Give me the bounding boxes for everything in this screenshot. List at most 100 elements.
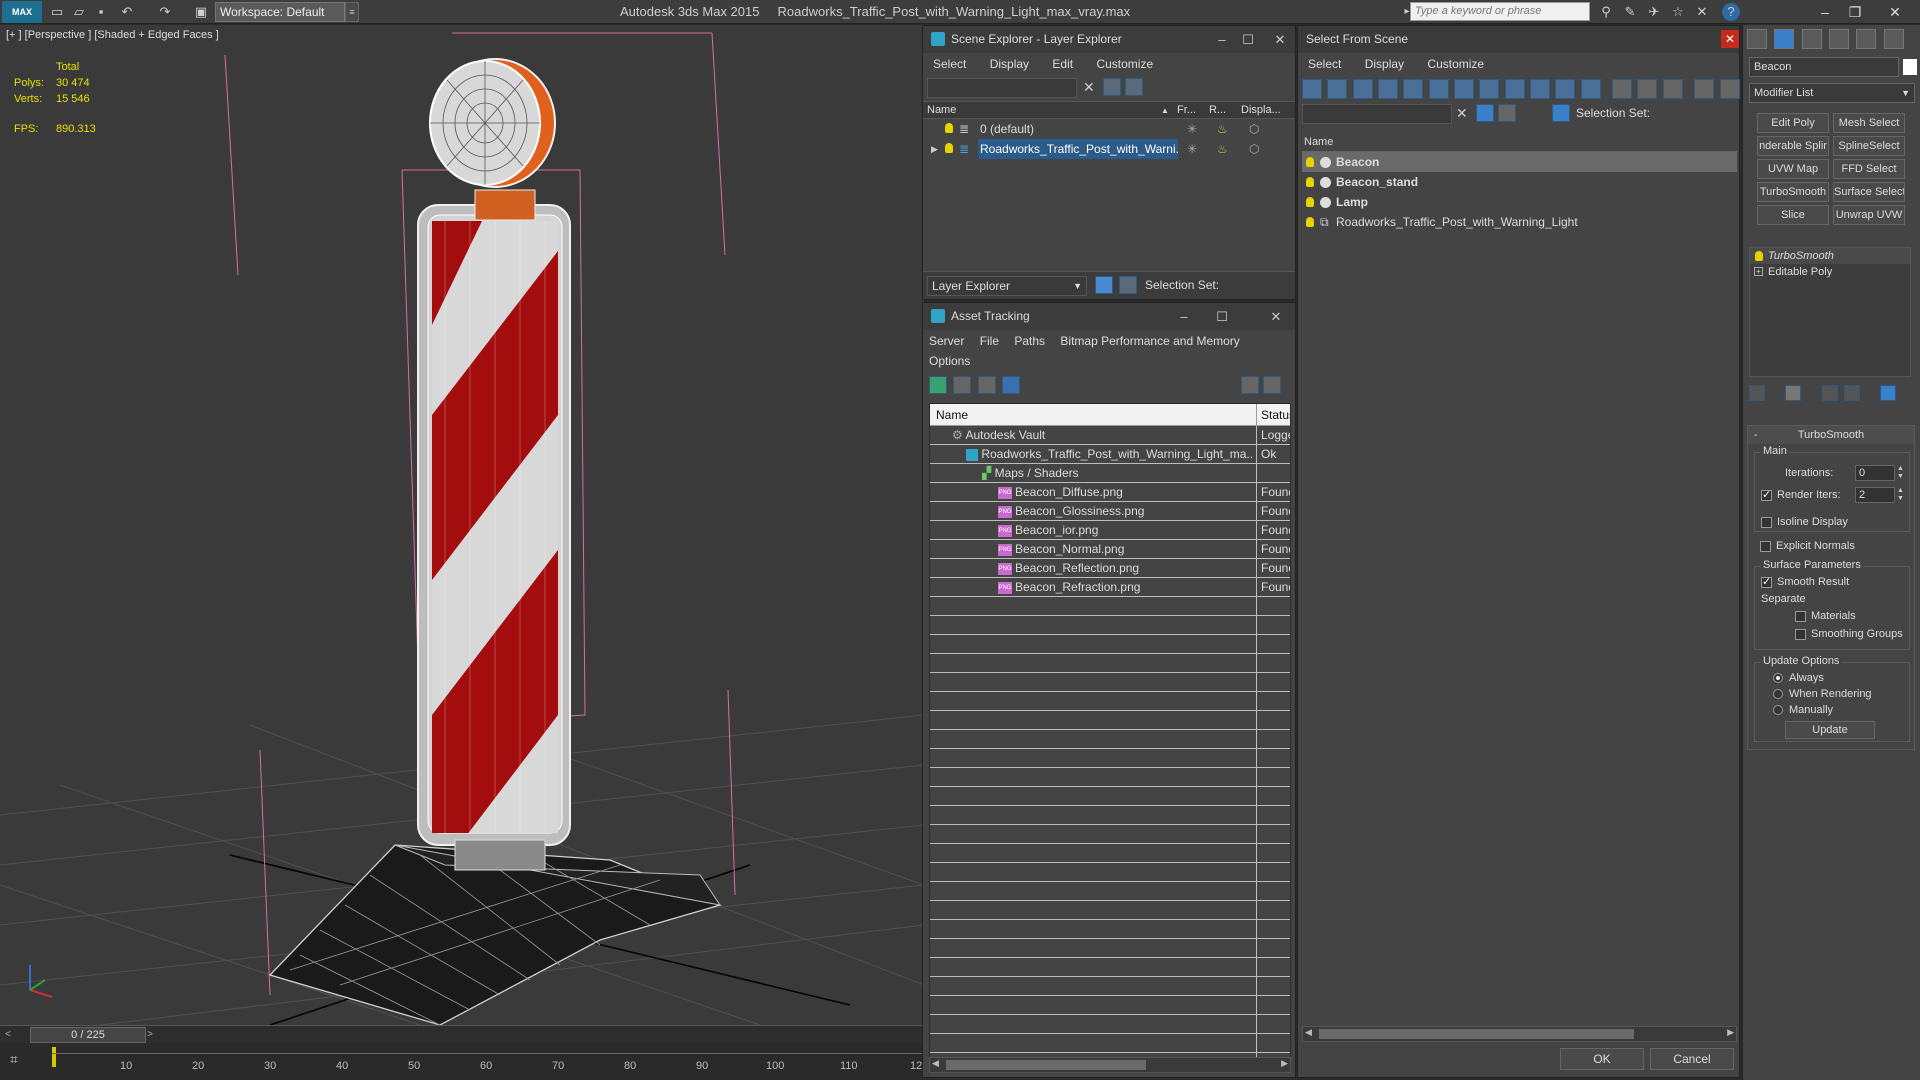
binoculars-icon[interactable]: ⚲ [1596,3,1616,21]
column-freeze[interactable]: Fr... [1177,104,1196,116]
asset-tracking-titlebar[interactable]: Asset Tracking – ☐ ✕ [923,303,1295,330]
rollout-collapse-icon[interactable]: - [1754,426,1758,444]
spinner-arrows-icon[interactable]: ▲ ▼ [1897,465,1904,481]
hierarchy-mode-icon[interactable] [1552,104,1570,122]
options-icon[interactable] [1263,376,1281,394]
column-display[interactable]: Displa... [1241,104,1281,116]
select-none-icon[interactable] [1637,79,1658,99]
menu-select[interactable]: Select [923,53,976,75]
menu-display[interactable]: Display [980,53,1039,75]
clear-icon[interactable]: ✕ [1456,105,1468,122]
motion-tab-icon[interactable] [1829,29,1850,49]
display-xrefs-icon[interactable] [1479,79,1500,99]
ok-button[interactable]: OK [1560,1048,1644,1070]
track-bar[interactable]: ⌗ 10 20 30 40 50 60 70 80 90 100 110 12 [0,1043,924,1080]
display-frozen-icon[interactable] [1555,79,1576,99]
viewport-label[interactable]: [+ ] [Perspective ] [Shaded + Edged Face… [6,29,219,41]
menu-display[interactable]: Display [1355,53,1414,75]
asset-row-png[interactable]: PNGBeacon_ior.png Found [930,521,1290,540]
menu-options[interactable]: Options [923,352,976,370]
menu-paths[interactable]: Paths [1008,330,1051,352]
light-bulb-icon[interactable] [1306,197,1314,207]
close-icon[interactable]: ✕ [1721,30,1739,48]
redo-icon[interactable]: ↷ [156,3,174,21]
menu-edit[interactable]: Edit [1042,53,1083,75]
stack-item-turbosmooth[interactable]: TurboSmooth [1750,248,1910,264]
object-row-beacon[interactable]: Beacon [1302,152,1737,172]
minimize-icon[interactable]: – [1173,303,1195,330]
object-row-lamp[interactable]: Lamp [1302,192,1737,212]
modifier-list-dropdown[interactable]: Modifier List ▼ [1749,83,1915,103]
new-file-icon[interactable]: ▭ [48,3,66,21]
menu-select[interactable]: Select [1298,53,1351,75]
filter-icon[interactable] [1476,104,1494,122]
remove-modifier-icon[interactable] [1844,385,1861,401]
display-shapes-icon[interactable] [1327,79,1348,99]
project-folder-icon[interactable]: ▣ [192,3,210,21]
scene-explorer-titlebar[interactable]: Scene Explorer - Layer Explorer – ☐ ✕ [923,26,1295,53]
scroll-right-icon[interactable]: ▶ [1281,1058,1288,1069]
update-button[interactable]: Update [1785,721,1875,739]
maximize-icon[interactable]: ☐ [1237,26,1259,53]
track-bar-key-icon[interactable]: ⌗ [10,1051,34,1071]
menu-customize[interactable]: Customize [1417,53,1494,75]
find-input[interactable] [927,78,1077,98]
tools-icon[interactable]: ✎ [1620,3,1640,21]
filter-options-icon[interactable] [1694,79,1715,99]
close-icon[interactable]: ✕ [1265,303,1287,330]
display-cameras-icon[interactable] [1378,79,1399,99]
scroll-left-icon[interactable]: ◀ [1305,1027,1312,1038]
layer-options-icon[interactable] [1125,78,1143,96]
display-helpers-icon[interactable] [1403,79,1424,99]
close-icon[interactable]: ✕ [1880,2,1910,22]
display-spacewarps-icon[interactable] [1428,79,1449,99]
isoline-display-checkbox[interactable] [1761,517,1772,528]
show-end-result-icon[interactable] [1785,385,1802,401]
help-icon[interactable] [1241,376,1259,394]
app-logo[interactable]: MAX [2,1,42,23]
hierarchy-icon[interactable] [1119,276,1137,294]
object-row-beacon-stand[interactable]: Beacon_stand [1302,172,1737,192]
menu-bitmap-performance[interactable]: Bitmap Performance and Memory [1054,330,1245,352]
layer-row-default[interactable]: ≣ 0 (default) ✳ ♨ ⬡ [923,119,1295,139]
object-color-swatch[interactable] [1903,59,1917,75]
unwrap-uvw-button[interactable]: Unwrap UVW [1833,205,1905,225]
spinner-arrows-icon[interactable]: ▲ ▼ [1897,487,1904,503]
display-geometry-icon[interactable] [1302,79,1322,99]
layer-name[interactable]: 0 (default) [978,119,1178,139]
explorer-type-dropdown[interactable]: Layer Explorer ▼ [927,276,1087,296]
surface-select-button[interactable]: Surface Select [1833,182,1905,202]
column-name[interactable]: Name [927,104,956,116]
expand-plus-icon[interactable]: + [1754,267,1763,276]
display-bones-icon[interactable] [1504,79,1525,99]
sort-by-layer-icon[interactable] [1095,276,1113,294]
save-icon[interactable]: ▪ [92,3,110,21]
layers-icon[interactable] [1498,104,1516,122]
minimize-icon[interactable]: – [1211,26,1233,53]
maximize-icon[interactable]: ☐ [1211,303,1233,330]
make-unique-icon[interactable] [1821,385,1838,401]
expand-arrow-icon[interactable]: ▶ [931,139,938,159]
display-box-icon[interactable]: ⬡ [1249,139,1259,159]
scroll-right-icon[interactable]: ▶ [1727,1027,1734,1038]
display-groups-icon[interactable] [1454,79,1475,99]
asset-horizontal-scrollbar[interactable]: ◀ ▶ [929,1057,1291,1073]
asset-row-vault[interactable]: ⚙ Autodesk Vault Logge [930,426,1290,445]
asset-row-png[interactable]: PNGBeacon_Reflection.png Found [930,559,1290,578]
minimize-icon[interactable]: – [1810,2,1840,22]
modify-tab-icon[interactable] [1774,29,1795,49]
filter-icon[interactable] [1103,78,1121,96]
asset-row-png[interactable]: PNGBeacon_Glossiness.png Found [930,502,1290,521]
table-view-icon[interactable] [1002,376,1021,394]
sort-up-icon[interactable]: ▲ [1161,106,1169,115]
column-name[interactable]: Name [936,408,968,422]
scrollbar-thumb[interactable] [1319,1029,1634,1039]
asset-row-maps[interactable]: ▞ Maps / Shaders [930,464,1290,483]
render-teapot-icon[interactable]: ♨ [1217,119,1228,139]
column-status[interactable]: Status [1261,408,1290,422]
light-bulb-icon[interactable] [945,123,953,133]
uvw-map-button[interactable]: UVW Map [1757,159,1829,179]
restore-icon[interactable]: ❐ [1840,2,1870,22]
select-all-icon[interactable] [1612,79,1633,99]
smoothing-groups-checkbox[interactable] [1795,629,1806,640]
